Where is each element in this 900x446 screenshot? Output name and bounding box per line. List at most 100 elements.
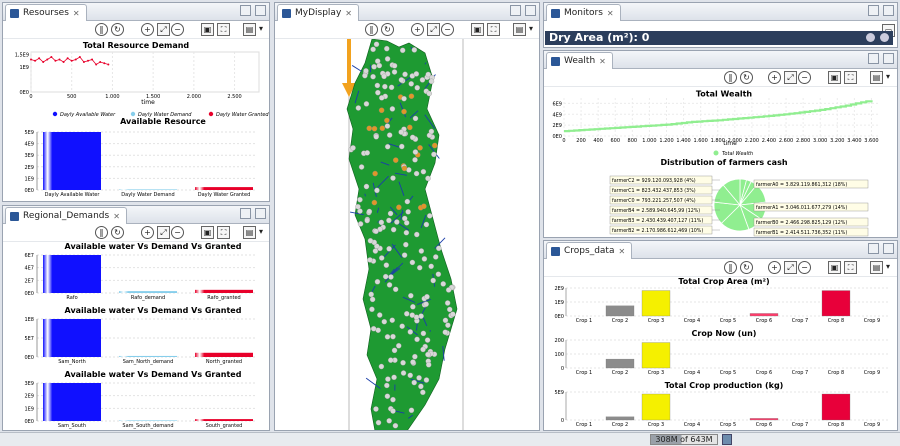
zoom-in-button[interactable]: +: [141, 23, 154, 36]
farm-marker: [442, 329, 449, 335]
maximize-icon[interactable]: [255, 208, 266, 219]
menu-dropdown-icon[interactable]: ▾: [886, 72, 890, 81]
farm-marker: [423, 377, 430, 383]
fullscreen-button[interactable]: ⛶: [487, 23, 500, 36]
farm-marker: [389, 106, 396, 112]
zoom-out-button[interactable]: −: [798, 71, 811, 84]
trash-icon[interactable]: [722, 434, 732, 445]
close-icon[interactable]: ✕: [607, 9, 614, 18]
tab-regional-demands[interactable]: Regional_Demands ✕: [5, 207, 127, 224]
zoom-in-button[interactable]: +: [141, 226, 154, 239]
sync-button[interactable]: ↻: [381, 23, 394, 36]
pause-button[interactable]: ‖: [365, 23, 378, 36]
map-canvas[interactable]: [275, 39, 539, 431]
layers-button[interactable]: ▤: [870, 71, 883, 84]
zoom-in-button[interactable]: +: [411, 23, 424, 36]
farm-marker: [409, 259, 416, 266]
pie-label: farmerA0 = 3.829.119.861,312 (18%): [756, 182, 847, 188]
legend-entry: Total Wealth: [722, 151, 753, 157]
sync-button[interactable]: ↻: [111, 226, 124, 239]
snapshot-button[interactable]: ▣: [471, 23, 484, 36]
farm-marker: [390, 396, 396, 403]
snapshot-button[interactable]: ▣: [828, 71, 841, 84]
minimize-icon[interactable]: [510, 5, 521, 16]
y-tick-label: 0E0: [24, 355, 34, 361]
zoom-fit-button[interactable]: ⤢: [784, 71, 797, 84]
tab-crops-data[interactable]: Crops_data ✕: [546, 242, 633, 259]
minimize-icon[interactable]: [240, 5, 251, 16]
data-point: [54, 59, 57, 62]
minimize-icon[interactable]: [868, 243, 879, 254]
layers-button[interactable]: ▤: [870, 261, 883, 274]
layers-button[interactable]: ▤: [513, 23, 526, 36]
river-segment: [364, 193, 366, 197]
minimize-icon[interactable]: [868, 53, 879, 64]
fullscreen-button[interactable]: ⛶: [844, 71, 857, 84]
pause-button[interactable]: ‖: [95, 23, 108, 36]
maximize-icon[interactable]: [525, 5, 536, 16]
layers-button[interactable]: ▤: [243, 226, 256, 239]
snapshot-button[interactable]: ▣: [828, 261, 841, 274]
tab-resources[interactable]: Resourses ✕: [5, 4, 87, 21]
layers-button[interactable]: ▤: [243, 23, 256, 36]
sync-button[interactable]: ↻: [740, 71, 753, 84]
menu-dropdown-icon[interactable]: ▾: [886, 262, 890, 271]
maximize-icon[interactable]: [883, 243, 894, 254]
close-icon[interactable]: ✕: [345, 9, 352, 18]
tab-monitors[interactable]: Monitors ✕: [546, 4, 621, 21]
zoom-fit-button[interactable]: ⤢: [427, 23, 440, 36]
fullscreen-button[interactable]: ⛶: [844, 261, 857, 274]
snapshot-button[interactable]: ▣: [201, 226, 214, 239]
snapshot-button[interactable]: ▣: [201, 23, 214, 36]
farm-marker: [388, 84, 395, 91]
x-tick-label: Sam_South_demand: [122, 423, 173, 429]
zoom-fit-button[interactable]: ⤢: [157, 23, 170, 36]
maximize-icon[interactable]: [255, 5, 266, 16]
zoom-in-button[interactable]: +: [768, 261, 781, 274]
legend: Total Wealth: [713, 150, 753, 157]
menu-dropdown-icon[interactable]: ▾: [529, 24, 533, 33]
farm-marker: [384, 393, 391, 399]
minimize-icon[interactable]: [240, 208, 251, 219]
farm-marker: [390, 408, 396, 414]
menu-dropdown-icon[interactable]: ▾: [259, 24, 263, 33]
farm-marker: [363, 101, 370, 107]
farm-marker: [390, 226, 397, 233]
zoom-in-button[interactable]: +: [768, 71, 781, 84]
pie-label: farmerB0 = 2.466.298.825,129 (12%): [756, 220, 847, 226]
pause-button[interactable]: ‖: [724, 261, 737, 274]
fullscreen-button[interactable]: ⛶: [217, 23, 230, 36]
zoom-fit-button[interactable]: ⤢: [157, 226, 170, 239]
close-icon[interactable]: ✕: [73, 9, 80, 18]
zoom-out-button[interactable]: −: [441, 23, 454, 36]
memory-indicator[interactable]: 308M of 643M: [650, 434, 718, 445]
fullscreen-button[interactable]: ⛶: [217, 226, 230, 239]
farm-marker: [378, 219, 385, 226]
pause-monitor-icon[interactable]: [866, 33, 875, 42]
minimize-icon[interactable]: [868, 5, 879, 16]
maximize-icon[interactable]: [883, 5, 894, 16]
x-tick-label: Sam_North: [58, 359, 86, 365]
zoom-fit-button[interactable]: ⤢: [784, 261, 797, 274]
menu-dropdown-icon[interactable]: ▾: [259, 227, 263, 236]
farm-marker-active: [384, 117, 390, 124]
tab-mydisplay[interactable]: MyDisplay ✕: [277, 4, 359, 21]
maximize-icon[interactable]: [883, 53, 894, 64]
close-monitor-icon[interactable]: [880, 33, 889, 42]
close-icon[interactable]: ✕: [618, 247, 625, 256]
close-icon[interactable]: ✕: [113, 212, 120, 221]
sync-button[interactable]: ↻: [111, 23, 124, 36]
sync-button[interactable]: ↻: [740, 261, 753, 274]
zoom-out-button[interactable]: −: [171, 226, 184, 239]
zoom-out-button[interactable]: −: [798, 261, 811, 274]
zoom-out-button[interactable]: −: [171, 23, 184, 36]
bar: [605, 416, 635, 421]
pause-button[interactable]: ‖: [724, 71, 737, 84]
farm-marker: [378, 255, 385, 261]
x-tick-label: Crop 2: [612, 422, 628, 428]
tab-wealth[interactable]: Wealth ✕: [546, 52, 613, 69]
x-tick-label: 2.800: [796, 138, 810, 144]
close-icon[interactable]: ✕: [599, 57, 606, 66]
farm-marker: [432, 254, 439, 260]
pause-button[interactable]: ‖: [95, 226, 108, 239]
